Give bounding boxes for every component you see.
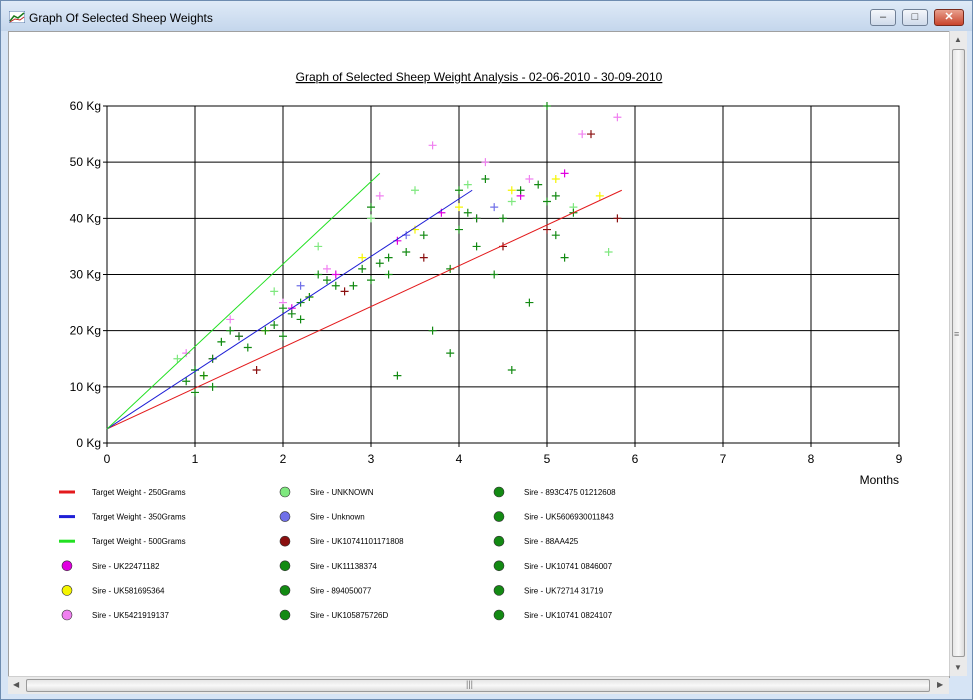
legend-label: Sire - UK11138374 <box>310 562 377 571</box>
y-tick-label: 30 Kg <box>70 268 101 282</box>
legend-label: Sire - UK5421919137 <box>92 611 169 620</box>
x-tick-label: 5 <box>544 452 551 466</box>
legend-item: Sire - UK5421919137 <box>61 609 169 621</box>
y-tick-label: 0 Kg <box>76 436 101 450</box>
window-title: Graph Of Selected Sheep Weights <box>29 11 213 25</box>
legend-dot-swatch <box>493 560 505 572</box>
legend-dot-swatch <box>61 609 73 621</box>
maximize-icon: □ <box>911 11 919 23</box>
title-bar[interactable]: Graph Of Selected Sheep Weights – □ ✕ <box>1 1 972 31</box>
legend-item: Sire - UK10741 0846007 <box>493 560 613 572</box>
legend-label: Target Weight - 350Grams <box>92 513 186 522</box>
legend-dot-swatch <box>279 560 291 572</box>
legend-item: Sire - Unknown <box>279 511 365 522</box>
legend-label: Sire - UK72714 31719 <box>524 586 604 595</box>
legend-label: Sire - Unknown <box>310 513 365 522</box>
scroll-left-icon[interactable]: ◀ <box>13 680 19 689</box>
y-tick-label: 60 Kg <box>70 99 101 113</box>
y-tick-label: 50 Kg <box>70 155 101 169</box>
legend-item: Sire - 894050077 <box>279 585 372 596</box>
legend-item: Sire - UK581695364 <box>61 585 165 596</box>
y-tick-label: 10 Kg <box>70 380 101 394</box>
legend-label: Sire - UK22471182 <box>92 562 160 571</box>
legend-dot-swatch <box>279 486 291 498</box>
scatter-chart: Graph of Selected Sheep Weight Analysis … <box>59 70 903 621</box>
legend-item: Target Weight - 500Grams <box>59 537 186 546</box>
legend-line-swatch <box>59 490 75 494</box>
legend-label: Sire - UK5606930011843 <box>524 513 614 522</box>
legend-label: Sire - UK105875726D <box>310 611 388 620</box>
legend-item: Target Weight - 250Grams <box>59 488 186 497</box>
legend-dot-swatch <box>493 511 505 522</box>
scroll-up-icon[interactable]: ▲ <box>954 35 962 44</box>
legend-label: Target Weight - 250Grams <box>92 488 186 497</box>
vertical-scrollbar[interactable]: ▲ ≡ ▼ <box>949 31 967 676</box>
y-tick-label: 20 Kg <box>70 324 101 338</box>
minimize-button[interactable]: – <box>870 9 896 26</box>
legend-label: Sire - 88AA425 <box>524 537 579 546</box>
legend-dot-swatch <box>279 585 291 596</box>
x-tick-label: 9 <box>896 452 903 466</box>
legend-label: Sire - UK10741 0824107 <box>524 611 613 620</box>
legend-item: Sire - UNKNOWN <box>279 486 374 498</box>
x-tick-label: 4 <box>456 452 463 466</box>
legend-dot-swatch <box>279 535 291 547</box>
legend-dot-swatch <box>493 486 505 498</box>
legend-dot-swatch <box>61 585 73 596</box>
x-axis-title: Months <box>860 473 899 487</box>
legend-label: Sire - 894050077 <box>310 586 372 595</box>
legend-dot-swatch <box>493 609 505 621</box>
legend-item: Sire - UK5606930011843 <box>493 511 614 522</box>
x-axis-ticks: 0 1 2 3 4 5 6 7 8 9 <box>104 452 903 466</box>
legend-item: Sire - UK11138374 <box>279 560 377 572</box>
scroll-right-icon[interactable]: ▶ <box>937 680 943 689</box>
x-tick-label: 6 <box>632 452 639 466</box>
legend-label: Sire - 893C475 01212608 <box>524 488 616 497</box>
minimize-icon: – <box>879 11 887 23</box>
legend-dot-swatch <box>279 609 291 621</box>
chart-title: Graph of Selected Sheep Weight Analysis … <box>296 70 663 84</box>
x-tick-label: 8 <box>808 452 815 466</box>
chart-app-icon <box>9 11 25 23</box>
legend-item: Sire - 893C475 01212608 <box>493 486 616 498</box>
vertical-scroll-thumb[interactable] <box>952 49 965 657</box>
legend-dot-swatch <box>279 511 291 522</box>
chart-legend: Target Weight - 250Grams Target Weight - … <box>59 486 616 621</box>
legend-label: Sire - UK581695364 <box>92 586 165 595</box>
chart-area: Graph of Selected Sheep Weight Analysis … <box>8 31 950 678</box>
chart-grid <box>103 105 900 447</box>
legend-item: Sire - UK105875726D <box>279 609 388 621</box>
close-button[interactable]: ✕ <box>934 9 964 26</box>
legend-dot-swatch <box>493 585 505 596</box>
x-tick-label: 1 <box>192 452 199 466</box>
horizontal-scrollbar[interactable]: ◀ ||| ▶ <box>8 676 949 694</box>
legend-label: Sire - UK10741 0846007 <box>524 562 613 571</box>
legend-line-swatch <box>59 539 75 543</box>
x-tick-label: 7 <box>720 452 727 466</box>
y-axis-ticks: 0 Kg 10 Kg 20 Kg 30 Kg 40 Kg 50 Kg 60 Kg <box>70 99 101 450</box>
legend-item: Sire - UK72714 31719 <box>493 585 604 596</box>
legend-label: Target Weight - 500Grams <box>92 537 186 546</box>
maximize-button[interactable]: □ <box>902 9 928 26</box>
legend-item: Sire - UK10741 0824107 <box>493 609 613 621</box>
close-icon: ✕ <box>944 11 954 23</box>
vertical-grip-icon: ≡ <box>954 329 960 339</box>
legend-item: Sire - UK10741101171808 <box>279 535 404 547</box>
y-tick-label: 40 Kg <box>70 211 101 225</box>
chart-window: Graph Of Selected Sheep Weights – □ ✕ Gr… <box>0 0 973 700</box>
x-tick-label: 3 <box>368 452 375 466</box>
legend-dot-swatch <box>493 535 505 547</box>
legend-item: Sire - 88AA425 <box>493 535 579 547</box>
legend-item: Sire - UK22471182 <box>61 560 160 572</box>
legend-line-swatch <box>59 515 75 519</box>
horizontal-grip-icon: ||| <box>466 679 474 689</box>
legend-label: Sire - UNKNOWN <box>310 488 374 497</box>
scroll-down-icon[interactable]: ▼ <box>954 663 962 672</box>
legend-label: Sire - UK10741101171808 <box>310 537 404 546</box>
legend-dot-swatch <box>61 560 73 572</box>
legend-item: Target Weight - 350Grams <box>59 513 186 522</box>
horizontal-scroll-thumb[interactable] <box>26 679 930 692</box>
x-tick-label: 2 <box>280 452 287 466</box>
x-tick-label: 0 <box>104 452 111 466</box>
